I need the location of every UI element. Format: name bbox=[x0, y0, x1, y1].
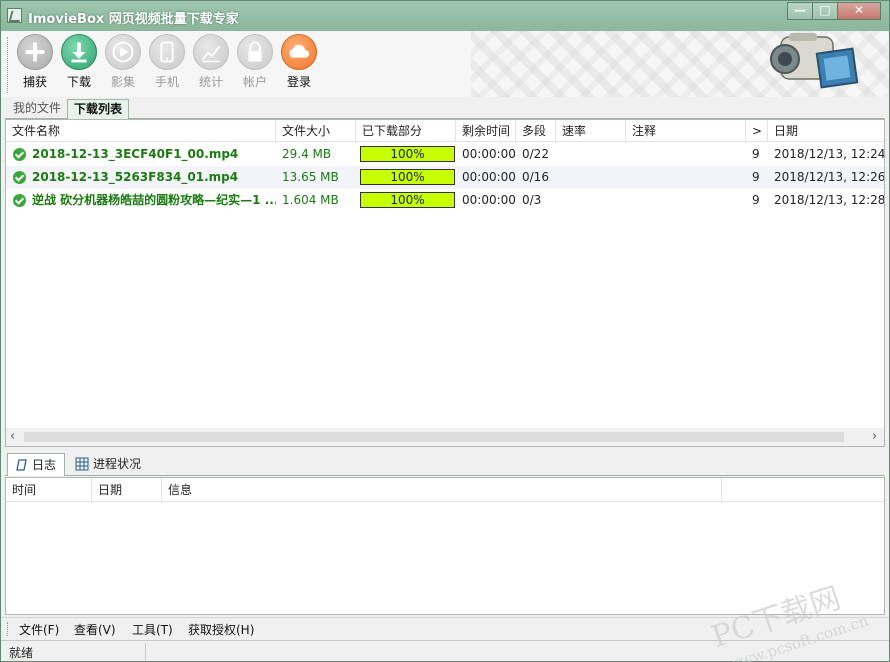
column-file-name[interactable]: 文件名称 bbox=[6, 120, 276, 142]
login-button[interactable]: 登录 bbox=[277, 34, 321, 94]
phone-label: 手机 bbox=[154, 75, 179, 89]
tab-process-status[interactable]: 进程状况 bbox=[69, 453, 149, 476]
download-progress-bar: 100% bbox=[360, 192, 455, 208]
minimize-button[interactable]: — bbox=[787, 2, 813, 20]
chart-icon bbox=[193, 34, 229, 70]
download-date: 2018/12/13, 12:28:5 bbox=[774, 193, 885, 207]
column-downloaded[interactable]: 已下载部分 bbox=[356, 120, 456, 142]
file-size: 29.4 MB bbox=[282, 147, 332, 161]
stats-label: 统计 bbox=[198, 75, 223, 89]
remaining-time: 00:00:00 bbox=[462, 170, 516, 184]
app-window: ImovieBox 网页视频批量下载专家 — □ ✕ 捕获 下载 影集 手机 统… bbox=[0, 0, 890, 662]
download-button[interactable]: 下载 bbox=[57, 34, 101, 94]
status-bar: 就绪 bbox=[1, 640, 889, 661]
column-remaining-time[interactable]: 剩余时间 bbox=[456, 120, 516, 142]
close-button[interactable]: ✕ bbox=[837, 2, 881, 20]
play-icon bbox=[105, 34, 141, 70]
menu-tools[interactable]: 工具(T) bbox=[132, 621, 173, 638]
download-row[interactable]: 逆战 砍分机器杨皓喆的圆粉攻略—纪实—1 ... 1.604 MB 100% 0… bbox=[6, 189, 885, 212]
login-label: 登录 bbox=[286, 75, 311, 89]
download-progress-bar: 100% bbox=[360, 146, 455, 162]
download-date: 2018/12/13, 12:26:2 bbox=[774, 170, 885, 184]
tab-log-label: 日志 bbox=[32, 458, 57, 472]
download-icon bbox=[61, 34, 97, 70]
stats-button[interactable]: 统计 bbox=[189, 34, 233, 94]
menu-bar: 文件(F) 查看(V) 工具(T) 获取授权(H) bbox=[1, 617, 889, 639]
download-row[interactable]: 2018-12-13_5263F834_01.mp4 13.65 MB 100%… bbox=[6, 166, 885, 189]
log-icon bbox=[16, 459, 27, 471]
log-panel[interactable]: 时间 日期 信息 bbox=[5, 477, 885, 615]
column-file-size[interactable]: 文件大小 bbox=[276, 120, 356, 142]
view-tab-strip: 我的文件 下载列表 bbox=[5, 97, 885, 119]
account-button[interactable]: 帐户 bbox=[233, 34, 277, 94]
tab-log[interactable]: 日志 bbox=[7, 453, 66, 476]
segments: 0/22 bbox=[522, 147, 549, 161]
camcorder-logo-icon bbox=[763, 31, 861, 97]
download-list-header: 文件名称 文件大小 已下载部分 剩余时间 多段 速率 注释 > 日期 bbox=[6, 120, 884, 142]
extra-count: 9 bbox=[752, 193, 760, 207]
column-info[interactable]: 信息 bbox=[162, 478, 722, 502]
file-name: 2018-12-13_3ECF40F1_00.mp4 bbox=[32, 147, 239, 161]
download-label: 下载 bbox=[66, 75, 91, 89]
maximize-button[interactable]: □ bbox=[812, 2, 838, 20]
column-log-date[interactable]: 日期 bbox=[92, 478, 162, 502]
scroll-left-icon[interactable]: ‹ bbox=[10, 429, 15, 444]
progress-text: 100% bbox=[390, 193, 425, 207]
tab-process-status-label: 进程状况 bbox=[93, 457, 142, 471]
file-size: 13.65 MB bbox=[282, 170, 339, 184]
tab-my-files[interactable]: 我的文件 bbox=[7, 99, 67, 119]
status-divider bbox=[145, 643, 146, 660]
file-name: 逆战 砍分机器杨皓喆的圆粉攻略—纪实—1 ... bbox=[32, 193, 276, 207]
download-date: 2018/12/13, 12:24:2 bbox=[774, 147, 885, 161]
album-label: 影集 bbox=[110, 75, 135, 89]
plus-icon bbox=[17, 34, 53, 70]
account-label: 帐户 bbox=[242, 75, 267, 89]
horizontal-scrollbar[interactable]: ‹ › bbox=[6, 428, 884, 446]
progress-text: 100% bbox=[390, 170, 425, 184]
file-size: 1.604 MB bbox=[282, 193, 339, 207]
panel-tab-strip: 日志 进程状况 bbox=[5, 451, 885, 476]
segments: 0/16 bbox=[522, 170, 549, 184]
column-more[interactable]: > bbox=[746, 120, 768, 142]
extra-count: 9 bbox=[752, 147, 760, 161]
file-name: 2018-12-13_5263F834_01.mp4 bbox=[32, 170, 239, 184]
menu-grip[interactable] bbox=[7, 622, 8, 636]
tab-download-list[interactable]: 下载列表 bbox=[67, 99, 130, 119]
status-text: 就绪 bbox=[9, 646, 34, 660]
phone-icon bbox=[149, 34, 185, 70]
app-logo-icon bbox=[7, 8, 22, 23]
phone-button[interactable]: 手机 bbox=[145, 34, 189, 94]
extra-count: 9 bbox=[752, 170, 760, 184]
remaining-time: 00:00:00 bbox=[462, 193, 516, 207]
scrollbar-track[interactable] bbox=[24, 432, 844, 442]
scroll-right-icon[interactable]: › bbox=[872, 429, 877, 444]
window-title: ImovieBox 网页视频批量下载专家 bbox=[28, 12, 239, 27]
capture-button[interactable]: 捕获 bbox=[13, 34, 57, 94]
album-button[interactable]: 影集 bbox=[101, 34, 145, 94]
log-header: 时间 日期 信息 bbox=[6, 478, 884, 502]
grid-icon bbox=[75, 457, 89, 471]
column-date[interactable]: 日期 bbox=[768, 120, 884, 142]
toolbar-grip[interactable] bbox=[7, 37, 10, 93]
download-list[interactable]: 文件名称 文件大小 已下载部分 剩余时间 多段 速率 注释 > 日期 2018-… bbox=[5, 119, 885, 447]
capture-label: 捕获 bbox=[22, 75, 47, 89]
menu-file[interactable]: 文件(F) bbox=[19, 621, 59, 638]
column-time[interactable]: 时间 bbox=[6, 478, 92, 502]
cloud-icon bbox=[281, 34, 317, 70]
download-progress-bar: 100% bbox=[360, 169, 455, 185]
progress-text: 100% bbox=[390, 147, 425, 161]
column-note[interactable]: 注释 bbox=[626, 120, 746, 142]
menu-license[interactable]: 获取授权(H) bbox=[188, 621, 254, 638]
title-bar[interactable]: ImovieBox 网页视频批量下载专家 — □ ✕ bbox=[1, 1, 889, 31]
download-row[interactable]: 2018-12-13_3ECF40F1_00.mp4 29.4 MB 100% … bbox=[6, 143, 885, 166]
menu-view[interactable]: 查看(V) bbox=[74, 621, 116, 638]
remaining-time: 00:00:00 bbox=[462, 147, 516, 161]
column-rate[interactable]: 速率 bbox=[556, 120, 626, 142]
segments: 0/3 bbox=[522, 193, 542, 207]
column-segments[interactable]: 多段 bbox=[516, 120, 556, 142]
lock-icon bbox=[237, 34, 273, 70]
